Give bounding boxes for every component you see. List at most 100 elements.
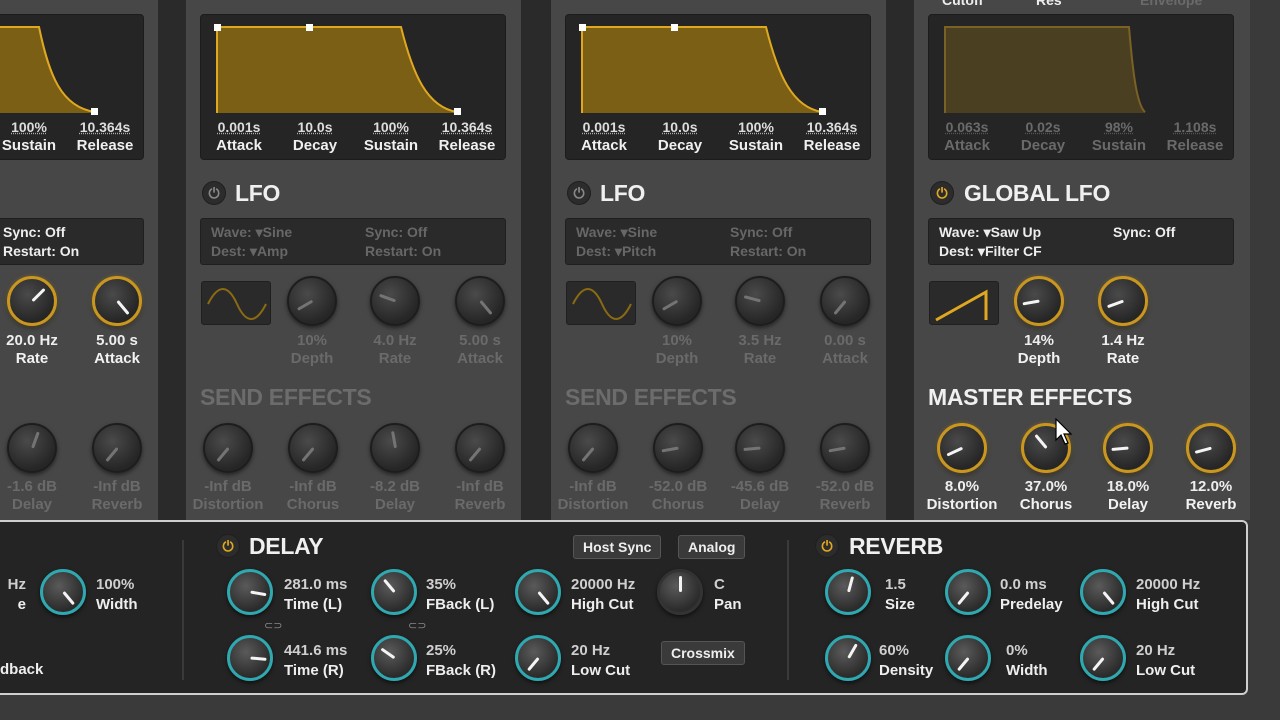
- lfo-depth-knob[interactable]: [287, 276, 337, 326]
- delay-fback-l-knob[interactable]: [371, 569, 417, 615]
- delay-high-cut-knob[interactable]: [515, 569, 561, 615]
- env-label: Attack: [581, 137, 627, 154]
- global-lfo-wave-button[interactable]: [929, 281, 999, 325]
- send-reverb-knob[interactable]: [820, 423, 870, 473]
- lfo-wave-button[interactable]: [201, 281, 271, 325]
- lfo-attack-knob[interactable]: [820, 276, 870, 326]
- lfo-depth-knob[interactable]: [652, 276, 702, 326]
- wave-value[interactable]: Sine: [628, 224, 658, 240]
- env-release[interactable]: 10.364s Release: [429, 119, 505, 154]
- delay-time-r-knob[interactable]: [227, 635, 273, 681]
- reverb-density-knob[interactable]: [825, 635, 871, 681]
- chorus-width-knob[interactable]: [40, 569, 86, 615]
- reverb-width-text: 0% Width: [1006, 641, 1048, 681]
- lfo-rate-knob[interactable]: [735, 276, 785, 326]
- env-sustain[interactable]: 100% Sustain: [0, 119, 67, 154]
- global-lfo-power-icon[interactable]: ⏻: [930, 181, 954, 205]
- filter-envelope-display[interactable]: 0.063s Attack 0.02s Decay 98% Sustain 1.108…: [928, 14, 1234, 160]
- reverb-width-knob[interactable]: [945, 635, 991, 681]
- reverb-low-cut-knob[interactable]: [1080, 635, 1126, 681]
- env-decay[interactable]: 10.0s Decay: [642, 119, 718, 154]
- lfo-attack-knob[interactable]: [92, 276, 142, 326]
- reverb-predelay-value: 0.0 ms: [1000, 576, 1047, 593]
- column-divider: [886, 0, 914, 520]
- send-chorus-knob[interactable]: [653, 423, 703, 473]
- delay-high-cut-label: High Cut: [571, 596, 634, 613]
- link-chain-icon[interactable]: ⊂⊃: [408, 619, 426, 632]
- lfo-settings-box[interactable]: Wave: ▾Sine Dest: ▾Pitch Sync: Off Resta…: [565, 218, 871, 265]
- dest-value[interactable]: Pitch: [622, 243, 656, 259]
- env-attack[interactable]: 0.063s Attack: [929, 119, 1005, 154]
- dest-label: Dest:: [211, 243, 247, 259]
- delay-pan-value: C: [714, 576, 725, 593]
- lfo-attack-knob[interactable]: [455, 276, 505, 326]
- env-release[interactable]: 1.108s Release: [1157, 119, 1233, 154]
- delay-fback-r-label: FBack (R): [426, 662, 497, 679]
- env-attack[interactable]: 0.001s Attack: [201, 119, 277, 154]
- reverb-size-knob[interactable]: [825, 569, 871, 615]
- restart-value[interactable]: On: [787, 243, 806, 259]
- lfo-rate-knob[interactable]: [370, 276, 420, 326]
- master-reverb-knob[interactable]: [1186, 423, 1236, 473]
- sync-value[interactable]: Off: [1155, 224, 1175, 240]
- reverb-power-icon[interactable]: ⏻: [815, 534, 839, 558]
- env-sustain[interactable]: 98% Sustain: [1081, 119, 1157, 154]
- sync-value[interactable]: Off: [772, 224, 792, 240]
- delay-pan-knob[interactable]: [657, 569, 703, 615]
- analog-button[interactable]: Analog: [678, 535, 746, 559]
- global-lfo-depth-knob[interactable]: [1014, 276, 1064, 326]
- lfo-power-icon[interactable]: ⏻: [202, 181, 226, 205]
- reverb-predelay-knob[interactable]: [945, 569, 991, 615]
- host-sync-button[interactable]: Host Sync: [573, 535, 662, 559]
- lfo-rate-knob[interactable]: [7, 276, 57, 326]
- lfo-power-icon[interactable]: ⏻: [567, 181, 591, 205]
- knob-label: Attack: [457, 350, 503, 367]
- env-release[interactable]: 10.364s Release: [67, 119, 143, 154]
- sync-value[interactable]: Off: [45, 224, 65, 240]
- send-reverb-knob[interactable]: [92, 423, 142, 473]
- lfo-settings-box[interactable]: Sync: Off Restart: On: [0, 218, 144, 265]
- send-delay-knob[interactable]: [370, 423, 420, 473]
- link-chain-icon[interactable]: ⊂⊃: [264, 619, 282, 632]
- dropdown-arrow-icon: ▾: [249, 243, 257, 259]
- reverb-predelay-text: 0.0 ms Predelay: [1000, 575, 1063, 615]
- sync-value[interactable]: Off: [407, 224, 427, 240]
- amp-envelope-display[interactable]: 0.001s Attack 10.0s Decay 100% Sustain 10.3…: [200, 14, 506, 160]
- lfo-settings-box[interactable]: Wave: ▾Sine Dest: ▾Amp Sync: Off Restart…: [200, 218, 506, 265]
- reverb-high-cut-knob[interactable]: [1080, 569, 1126, 615]
- env-attack[interactable]: 0.001s Attack: [566, 119, 642, 154]
- crossmix-button[interactable]: Crossmix: [661, 641, 745, 665]
- env-label: Decay: [292, 137, 338, 154]
- wave-value[interactable]: Sine: [263, 224, 293, 240]
- mod-envelope-display[interactable]: 0.001s Attack 10.0s Decay 100% Sustain 10.3…: [565, 14, 871, 160]
- dest-value[interactable]: Filter CF: [985, 243, 1042, 259]
- send-distortion-knob[interactable]: [203, 423, 253, 473]
- master-distortion-knob[interactable]: [937, 423, 987, 473]
- delay-low-cut-knob[interactable]: [515, 635, 561, 681]
- delay-power-icon[interactable]: ⏻: [216, 534, 240, 558]
- restart-value[interactable]: On: [422, 243, 441, 259]
- send-delay-knob[interactable]: [7, 423, 57, 473]
- dest-value[interactable]: Amp: [257, 243, 288, 259]
- send-reverb-knob[interactable]: [455, 423, 505, 473]
- env-decay[interactable]: 0.02s Decay: [1005, 119, 1081, 154]
- wave-value[interactable]: Saw Up: [991, 224, 1042, 240]
- env-value: 0.001s: [582, 119, 626, 135]
- send-delay-knob[interactable]: [735, 423, 785, 473]
- delay-time-l-knob[interactable]: [227, 569, 273, 615]
- env-decay[interactable]: 10.0s Decay: [277, 119, 353, 154]
- global-lfo-rate-knob[interactable]: [1098, 276, 1148, 326]
- env-value: 98%: [1104, 119, 1134, 135]
- send-distortion-knob[interactable]: [568, 423, 618, 473]
- master-delay-knob[interactable]: [1103, 423, 1153, 473]
- global-lfo-settings-box[interactable]: Wave: ▾Saw Up Dest: ▾Filter CF Sync: Off: [928, 218, 1234, 265]
- restart-value[interactable]: On: [60, 243, 79, 259]
- send-chorus-knob[interactable]: [288, 423, 338, 473]
- env-release[interactable]: 10.364s Release: [794, 119, 870, 154]
- lfo-wave-button[interactable]: [566, 281, 636, 325]
- env-value: 0.001s: [217, 119, 261, 135]
- delay-fback-r-knob[interactable]: [371, 635, 417, 681]
- env-sustain[interactable]: 100% Sustain: [718, 119, 794, 154]
- amp-envelope-display[interactable]: 100% Sustain 10.364s Release: [0, 14, 144, 160]
- env-sustain[interactable]: 100% Sustain: [353, 119, 429, 154]
